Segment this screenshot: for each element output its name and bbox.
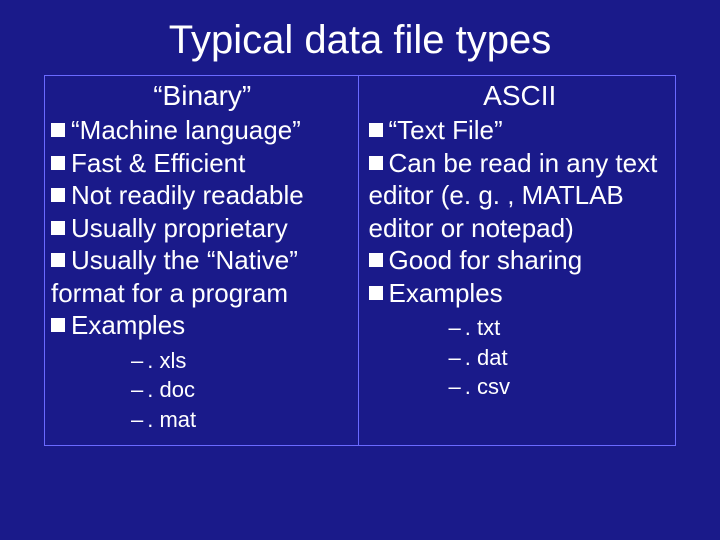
subitem-text: . doc	[147, 377, 195, 402]
bullet-icon	[369, 123, 383, 137]
bullet-text: Usually proprietary	[71, 213, 288, 243]
bullet-icon	[51, 188, 65, 202]
bullet-text: Examples	[71, 310, 185, 340]
bullet-icon	[369, 286, 383, 300]
content-columns: “Binary” “Machine language” Fast & Effic…	[0, 75, 720, 446]
subitem-text: . dat	[465, 345, 508, 370]
dash-icon: –	[131, 407, 143, 432]
dash-icon: –	[131, 377, 143, 402]
right-column: ASCII “Text File” Can be read in any tex…	[358, 75, 677, 446]
dash-icon: –	[449, 374, 461, 399]
bullet-text: Good for sharing	[389, 245, 583, 275]
bullet-icon	[51, 318, 65, 332]
bullet-text: Not readily readable	[71, 180, 304, 210]
slide-title: Typical data file types	[0, 0, 720, 75]
left-column: “Binary” “Machine language” Fast & Effic…	[44, 75, 358, 446]
bullet-text: Can be read in any text editor (e. g. , …	[369, 148, 658, 243]
bullet-text: Examples	[389, 278, 503, 308]
bullet-text: “Text File”	[389, 115, 503, 145]
bullet-icon	[369, 253, 383, 267]
bullet-icon	[369, 156, 383, 170]
left-heading: “Binary”	[51, 80, 354, 112]
right-subitems: –. txt –. dat –. csv	[369, 309, 672, 402]
left-subitems: –. xls –. doc –. mat	[51, 342, 354, 435]
subitem-text: . csv	[465, 374, 510, 399]
bullet-text: “Machine language”	[71, 115, 301, 145]
bullet-text: Usually the “Native” format for a progra…	[51, 245, 298, 308]
bullet-icon	[51, 253, 65, 267]
bullet-icon	[51, 123, 65, 137]
dash-icon: –	[131, 348, 143, 373]
subitem-text: . xls	[147, 348, 186, 373]
subitem-text: . mat	[147, 407, 196, 432]
subitem-text: . txt	[465, 315, 500, 340]
bullet-text: Fast & Efficient	[71, 148, 245, 178]
bullet-icon	[51, 221, 65, 235]
bullet-icon	[51, 156, 65, 170]
right-heading: ASCII	[369, 80, 672, 112]
dash-icon: –	[449, 315, 461, 340]
dash-icon: –	[449, 345, 461, 370]
left-bullets: “Machine language” Fast & Efficient Not …	[51, 114, 354, 342]
right-bullets: “Text File” Can be read in any text edit…	[369, 114, 672, 309]
